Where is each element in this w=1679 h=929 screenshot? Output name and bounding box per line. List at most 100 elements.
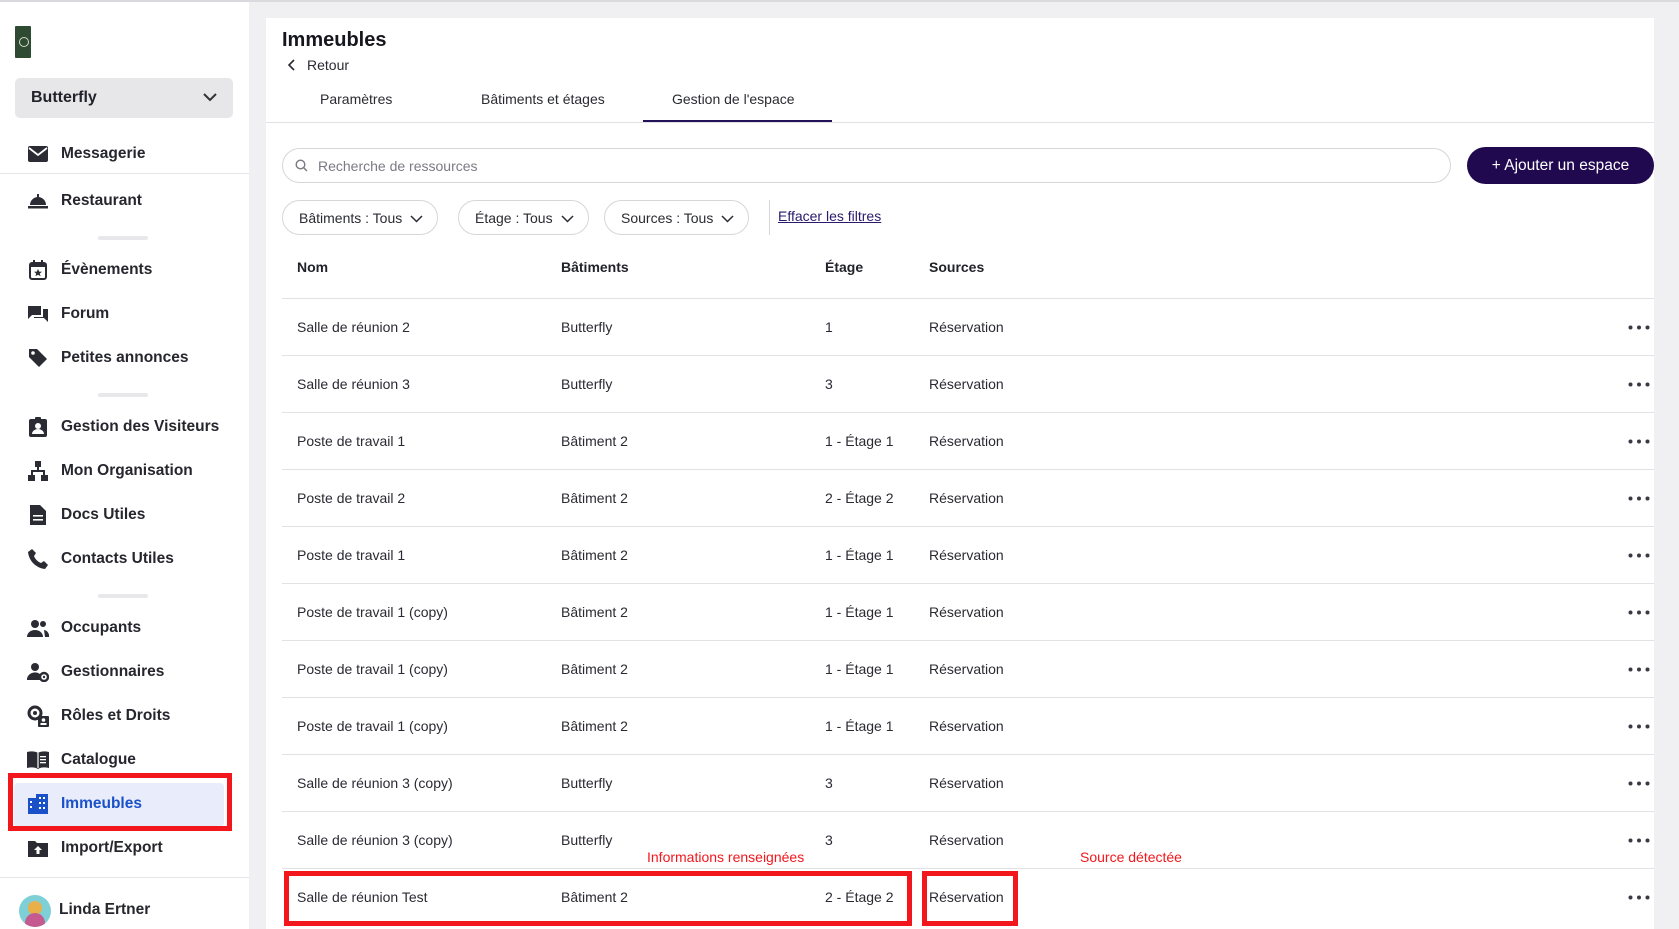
table-row[interactable]: Poste de travail 1 Bâtiment 2 1 - Étage … [282,413,1654,470]
cell-nom: Poste de travail 1 [297,433,406,449]
sidebar-item-label: Petites annonces [61,349,189,366]
sidebar-item-label: Import/Export [61,839,163,856]
cell-nom: Poste de travail 1 (copy) [297,604,448,620]
sidebar-item-messagerie[interactable]: Messagerie [27,141,145,167]
sidebar-item-label: Messagerie [61,145,146,162]
sidebar-item-forum[interactable]: Forum [27,301,109,327]
cell-nom: Salle de réunion 3 (copy) [297,832,453,848]
cell-source: Réservation [929,604,1004,620]
filter-etage[interactable]: Étage : Tous [458,200,589,235]
visitor-badge-icon [27,416,49,438]
sidebar-item-label: Gestionnaires [61,663,165,680]
roles-icon [27,705,49,727]
cell-batiment: Bâtiment 2 [561,547,628,563]
more-options-icon[interactable] [1628,413,1650,469]
sidebar-item-contacts-utiles[interactable]: Contacts Utiles [27,546,174,572]
back-link[interactable]: Retour [287,57,349,73]
filter-batiments[interactable]: Bâtiments : Tous [282,200,439,235]
more-options-icon[interactable] [1628,299,1650,355]
table-row[interactable]: Poste de travail 1 Bâtiment 2 1 - Étage … [282,527,1654,584]
top-border [0,0,1679,2]
more-options-icon[interactable] [1628,641,1650,697]
sidebar-item-label: Restaurant [61,192,142,209]
column-header-sources[interactable]: Sources [929,259,984,275]
more-options-icon[interactable] [1628,812,1650,868]
more-options-icon[interactable] [1628,755,1650,811]
sidebar-item-import-export[interactable]: Import/Export [27,835,163,861]
mail-icon [27,143,49,165]
column-header-nom[interactable]: Nom [297,259,328,275]
annotation-box-source [922,871,1018,926]
sidebar-item-evenements[interactable]: Évènements [27,257,152,283]
cell-etage: 3 [825,775,833,791]
app-logo[interactable] [15,26,31,58]
book-icon [27,749,49,771]
divider [0,173,249,174]
cell-etage: 1 - Étage 1 [825,661,894,677]
sidebar-item-catalogue[interactable]: Catalogue [27,747,136,773]
sidebar-item-docs-utiles[interactable]: Docs Utiles [27,502,145,528]
tab-batiments-etages[interactable]: Bâtiments et étages [481,91,605,107]
cell-etage: 1 - Étage 1 [825,547,894,563]
cell-source: Réservation [929,319,1004,335]
sidebar-item-mon-organisation[interactable]: Mon Organisation [27,458,193,484]
organization-select[interactable]: Butterfly [15,78,233,118]
sidebar-item-label: Docs Utiles [61,506,146,523]
cell-etage: 3 [825,376,833,392]
cell-nom: Salle de réunion 3 (copy) [297,775,453,791]
avatar[interactable] [19,895,51,927]
column-header-batiments[interactable]: Bâtiments [561,259,629,275]
tab-gestion-espace[interactable]: Gestion de l'espace [672,91,795,107]
table-row[interactable]: Salle de réunion 2 Butterfly 1 Réservati… [282,299,1654,356]
cell-batiment: Bâtiment 2 [561,433,628,449]
cell-nom: Poste de travail 1 (copy) [297,718,448,734]
group-separator [98,393,148,397]
user-gear-icon [27,661,49,683]
sidebar-item-petites-annonces[interactable]: Petites annonces [27,345,189,371]
sidebar-item-label: Forum [61,305,110,322]
sidebar-item-gestion-visiteurs[interactable]: Gestion des Visiteurs [27,414,219,440]
divider [0,877,249,878]
active-tab-indicator [643,120,832,122]
user-name[interactable]: Linda Ertner [59,897,150,923]
cell-batiment: Bâtiment 2 [561,661,628,677]
chevron-down-icon [721,210,734,226]
chevron-down-icon [203,89,217,107]
users-icon [27,617,49,639]
sidebar-item-roles-droits[interactable]: Rôles et Droits [27,703,170,729]
table-row[interactable]: Poste de travail 2 Bâtiment 2 2 - Étage … [282,470,1654,527]
cell-source: Réservation [929,832,1004,848]
table-row[interactable]: Poste de travail 1 (copy) Bâtiment 2 1 -… [282,698,1654,755]
table-row[interactable]: Salle de réunion 3 (copy) Butterfly 3 Ré… [282,755,1654,812]
clear-filters-link[interactable]: Effacer les filtres [778,208,881,224]
filter-divider [769,200,770,235]
more-options-icon[interactable] [1628,527,1650,583]
forum-icon [27,303,49,325]
column-header-etage[interactable]: Étage [825,259,863,275]
more-options-icon[interactable] [1628,869,1650,925]
sidebar-item-restaurant[interactable]: Restaurant [27,188,142,214]
table-row[interactable]: Salle de réunion 3 Butterfly 3 Réservati… [282,356,1654,413]
sidebar-item-occupants[interactable]: Occupants [27,615,141,641]
filter-label: Sources : Tous [621,209,714,226]
cell-etage: 3 [825,832,833,848]
table-row[interactable]: Salle de réunion 3 (copy) Butterfly 3 Ré… [282,812,1654,869]
table-row[interactable]: Poste de travail 1 (copy) Bâtiment 2 1 -… [282,641,1654,698]
more-options-icon[interactable] [1628,470,1650,526]
tab-parametres[interactable]: Paramètres [320,91,392,107]
sidebar-item-gestionnaires[interactable]: Gestionnaires [27,659,164,685]
more-options-icon[interactable] [1628,584,1650,640]
filter-sources[interactable]: Sources : Tous [604,200,750,235]
group-separator [98,236,148,240]
table-row[interactable]: Poste de travail 1 (copy) Bâtiment 2 1 -… [282,584,1654,641]
calendar-star-icon [27,259,49,281]
more-options-icon[interactable] [1628,356,1650,412]
import-export-icon [27,837,49,859]
cell-source: Réservation [929,775,1004,791]
search-placeholder: Recherche de ressources [318,157,478,174]
search-input[interactable]: Recherche de ressources [282,148,1451,183]
cell-batiment: Bâtiment 2 [561,718,628,734]
add-space-button[interactable]: + Ajouter un espace [1467,147,1654,184]
cell-etage: 1 - Étage 1 [825,718,894,734]
more-options-icon[interactable] [1628,698,1650,754]
